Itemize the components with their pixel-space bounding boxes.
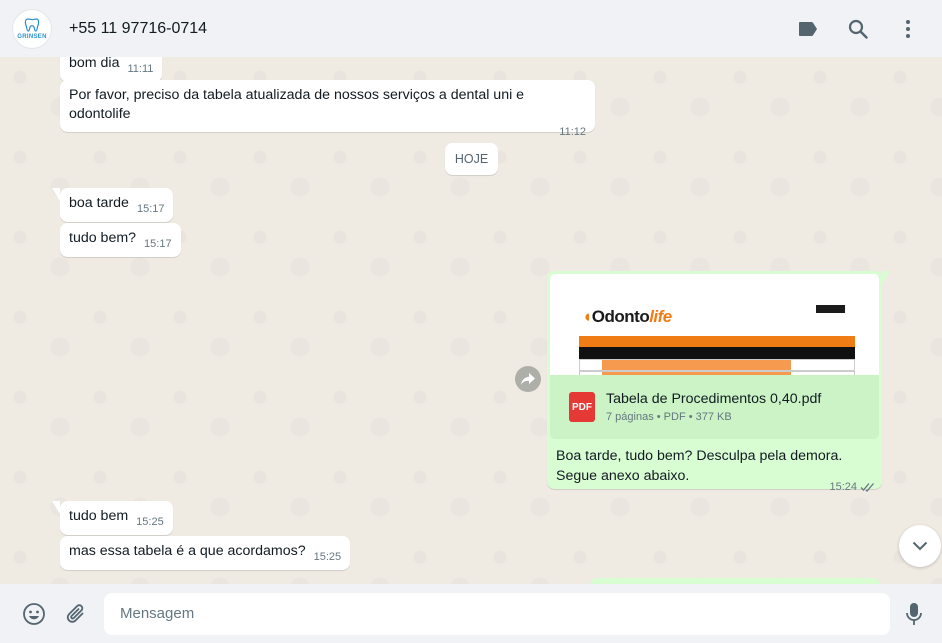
- avatar-brand-text: GRINSEN: [17, 34, 47, 40]
- composer-bar: [0, 584, 942, 643]
- double-check-icon: [860, 483, 874, 492]
- message-time: 15:17: [144, 238, 172, 250]
- message-time: 11:12: [559, 126, 586, 138]
- preview-table-row: [579, 359, 855, 371]
- forward-button[interactable]: [515, 366, 541, 392]
- message-time: 15:24: [829, 481, 857, 493]
- search-icon[interactable]: [844, 15, 872, 43]
- contact-name[interactable]: +55 11 97716-0714: [69, 20, 207, 38]
- incoming-message[interactable]: tudo bem 15:25: [52, 501, 173, 535]
- message-text: tudo bem: [69, 508, 129, 524]
- attach-button[interactable]: [62, 600, 90, 628]
- emoji-icon: [23, 602, 45, 625]
- scroll-down-button[interactable]: [899, 525, 941, 567]
- incoming-message[interactable]: tudo bem? 15:17: [60, 223, 181, 257]
- message-text: boa tarde: [69, 195, 129, 211]
- message-time: 11:11: [127, 63, 154, 75]
- caption-line: Boa tarde, tudo bem? Desculpa pela demor…: [556, 448, 843, 464]
- date-separator: HOJE: [445, 143, 498, 175]
- forward-icon: [521, 373, 535, 385]
- caption-line: Segue anexo abaixo.: [556, 468, 690, 484]
- outgoing-document-message[interactable]: ◖Odontolife PDF Tabela de Procedimentos …: [547, 271, 890, 493]
- incoming-message[interactable]: Por favor, preciso da tabela atualizada …: [60, 80, 595, 138]
- file-attachment[interactable]: PDF Tabela de Procedimentos 0,40.pdf 7 p…: [550, 375, 879, 439]
- file-name: Tabela de Procedimentos 0,40.pdf: [606, 391, 822, 407]
- label-icon[interactable]: [794, 15, 822, 43]
- message-input[interactable]: [104, 592, 890, 635]
- preview-badge: [816, 305, 845, 313]
- chat-header: GRINSEN +55 11 97716-0714: [0, 0, 942, 57]
- message-text: bom dia: [69, 57, 120, 71]
- menu-dots-icon[interactable]: [894, 15, 922, 43]
- message-time: 15:25: [136, 516, 164, 528]
- avatar[interactable]: GRINSEN: [12, 8, 52, 49]
- message-time: 15:25: [313, 551, 342, 563]
- pdf-icon: PDF: [569, 392, 595, 422]
- message-caption: Boa tarde, tudo bem? Desculpa pela demor…: [550, 439, 879, 493]
- message-text: Por favor, preciso da tabela atualizada …: [69, 87, 525, 122]
- incoming-message[interactable]: mas essa tabela é a que acordamos? 15:25: [60, 536, 351, 570]
- incoming-message[interactable]: bom dia 11:11: [60, 57, 163, 82]
- emoji-button[interactable]: [20, 600, 48, 628]
- preview-table-row: [579, 371, 855, 375]
- chat-area[interactable]: bom dia 11:11 Por favor, preciso da tabel…: [0, 57, 942, 584]
- message-time: 15:17: [136, 203, 165, 215]
- document-preview[interactable]: ◖Odontolife: [550, 274, 879, 375]
- mic-icon: [906, 602, 922, 625]
- file-meta: 7 páginas • PDF • 377 KB: [606, 411, 732, 423]
- preview-table-header: [579, 336, 855, 347]
- incoming-message[interactable]: boa tarde 15:17: [51, 188, 174, 222]
- preview-table-subheader: [579, 347, 855, 359]
- attach-icon: [66, 603, 84, 623]
- odontolife-logo: ◖Odontolife: [582, 307, 672, 326]
- tooth-logo-icon: [24, 18, 40, 32]
- chevron-down-icon: [912, 541, 928, 551]
- message-text: tudo bem?: [69, 230, 137, 246]
- message-text: mas essa tabela é a que acordamos?: [69, 543, 306, 559]
- mic-button[interactable]: [900, 600, 928, 628]
